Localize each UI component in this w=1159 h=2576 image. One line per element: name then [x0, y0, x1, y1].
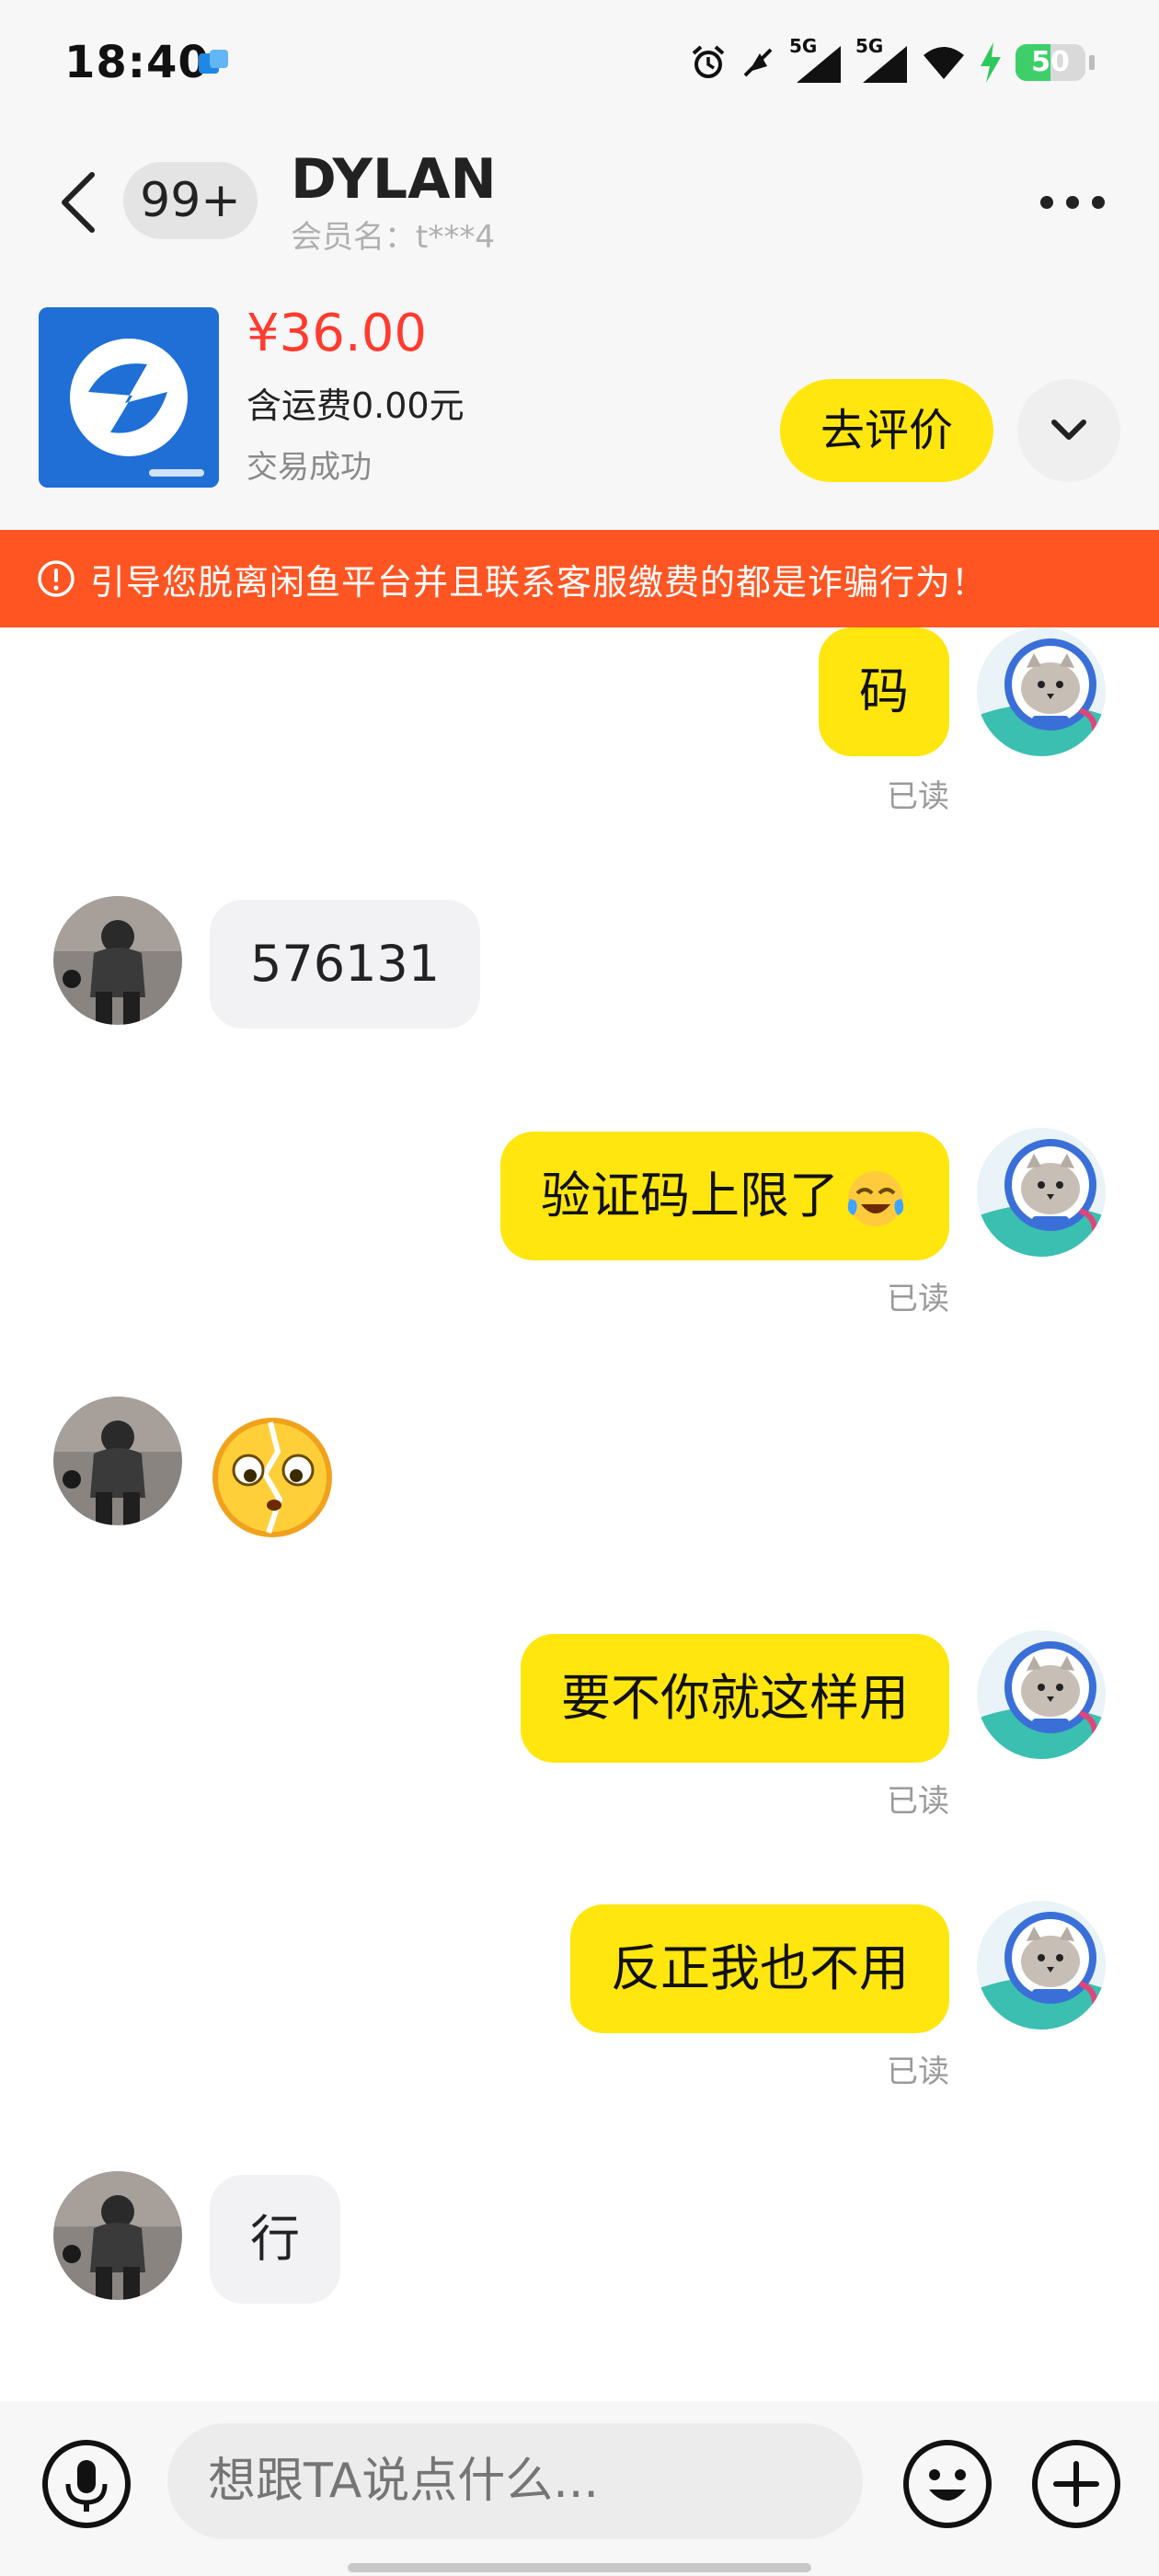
wifi-icon [924, 47, 964, 79]
message-row: 行 [0, 2171, 1159, 2304]
signal-icon [797, 46, 841, 83]
message-bubble[interactable]: 验证码上限了 [500, 1132, 949, 1260]
microphone-icon[interactable] [40, 2438, 132, 2530]
exclamation-circle-icon [38, 560, 75, 597]
signal-1: 5G [789, 35, 843, 85]
contact-name: DYLAN [291, 147, 497, 212]
chat-header: 99+ DYLAN 会员名：t***4 [0, 129, 1159, 276]
message-list[interactable]: 码 已读 576131 验证码上限了 已读 要不你就这样用 已读 反正我也不用 … [0, 627, 1159, 2401]
message-row: 要不你就这样用 已读 [0, 1630, 1159, 1820]
status-time: 18:40 [64, 37, 210, 88]
app-notification-icon [199, 50, 228, 74]
person-photo-avatar [53, 2171, 182, 2300]
unread-count-badge[interactable]: 99+ [123, 162, 258, 239]
message-bubble[interactable]: 要不你就这样用 [521, 1634, 949, 1763]
read-receipt: 已读 [887, 778, 949, 815]
product-card[interactable]: ¥36.00 含运费0.00元 交易成功 去评价 [0, 276, 1159, 530]
home-indicator[interactable] [348, 2563, 811, 2572]
plus-icon[interactable] [1030, 2438, 1122, 2530]
chevron-down-icon [1051, 420, 1086, 440]
more-dots-icon[interactable] [1038, 184, 1107, 221]
person-photo-avatar [53, 896, 182, 1025]
message-bubble[interactable]: 行 [210, 2175, 340, 2304]
self-avatar[interactable] [977, 627, 1106, 756]
charging-icon [981, 42, 1001, 83]
status-icons: 5G 5G 50 [690, 35, 1095, 90]
person-photo-avatar [53, 1397, 182, 1525]
cat-avatar-icon [977, 1630, 1106, 1759]
product-price: ¥36.00 [247, 304, 427, 363]
self-avatar[interactable] [977, 1630, 1106, 1759]
crying-laughing-icon [847, 1171, 904, 1227]
product-logo-icon [39, 307, 219, 488]
contact-avatar[interactable] [53, 2171, 182, 2300]
product-thumbnail[interactable] [39, 307, 219, 488]
alarm-icon [692, 45, 725, 78]
input-bar [0, 2401, 1159, 2576]
review-button[interactable]: 去评价 [780, 379, 993, 482]
message-row: 码 已读 [0, 627, 1159, 815]
message-row: 576131 [0, 896, 1159, 1029]
broken-face-emoji-icon[interactable] [210, 1415, 339, 1544]
transaction-status: 交易成功 [247, 449, 372, 486]
self-avatar[interactable] [977, 1128, 1106, 1257]
battery-icon: 50 [1016, 44, 1085, 81]
cat-avatar-icon [977, 1128, 1106, 1257]
read-receipt: 已读 [887, 2053, 949, 2090]
contact-avatar[interactable] [53, 1397, 182, 1525]
status-bar: 18:40 5G 5G 50 [0, 0, 1159, 129]
warning-text: 引导您脱离闲鱼平台并且联系客服缴费的都是诈骗行为！ [90, 561, 988, 603]
product-shipping: 含运费0.00元 [247, 385, 465, 426]
message-bubble[interactable]: 576131 [210, 900, 481, 1029]
fraud-warning-bar: 引导您脱离闲鱼平台并且联系客服缴费的都是诈骗行为！ [0, 530, 1159, 627]
read-receipt: 已读 [887, 1281, 949, 1317]
battery-tip [1089, 55, 1095, 70]
message-row [0, 1397, 1159, 1537]
message-bubble[interactable]: 码 [819, 627, 949, 756]
cat-avatar-icon [977, 1901, 1106, 2030]
read-receipt: 已读 [887, 1783, 949, 1820]
contact-avatar[interactable] [53, 896, 182, 1025]
mute-icon [743, 48, 773, 77]
message-text: 验证码上限了 [541, 1167, 839, 1225]
message-row: 验证码上限了 已读 [0, 1128, 1159, 1317]
message-input[interactable] [167, 2423, 863, 2539]
signal-icon [863, 46, 907, 83]
battery-level: 50 [1031, 46, 1070, 78]
message-row: 反正我也不用 已读 [0, 1901, 1159, 2090]
signal-2: 5G [855, 35, 909, 85]
cat-avatar-icon [977, 627, 1106, 756]
message-bubble[interactable]: 反正我也不用 [570, 1904, 949, 2033]
back-arrow-icon[interactable] [52, 166, 107, 239]
smiley-icon[interactable] [901, 2438, 993, 2530]
member-name: 会员名：t***4 [291, 219, 495, 256]
expand-button[interactable] [1017, 379, 1120, 482]
self-avatar[interactable] [977, 1901, 1106, 2030]
